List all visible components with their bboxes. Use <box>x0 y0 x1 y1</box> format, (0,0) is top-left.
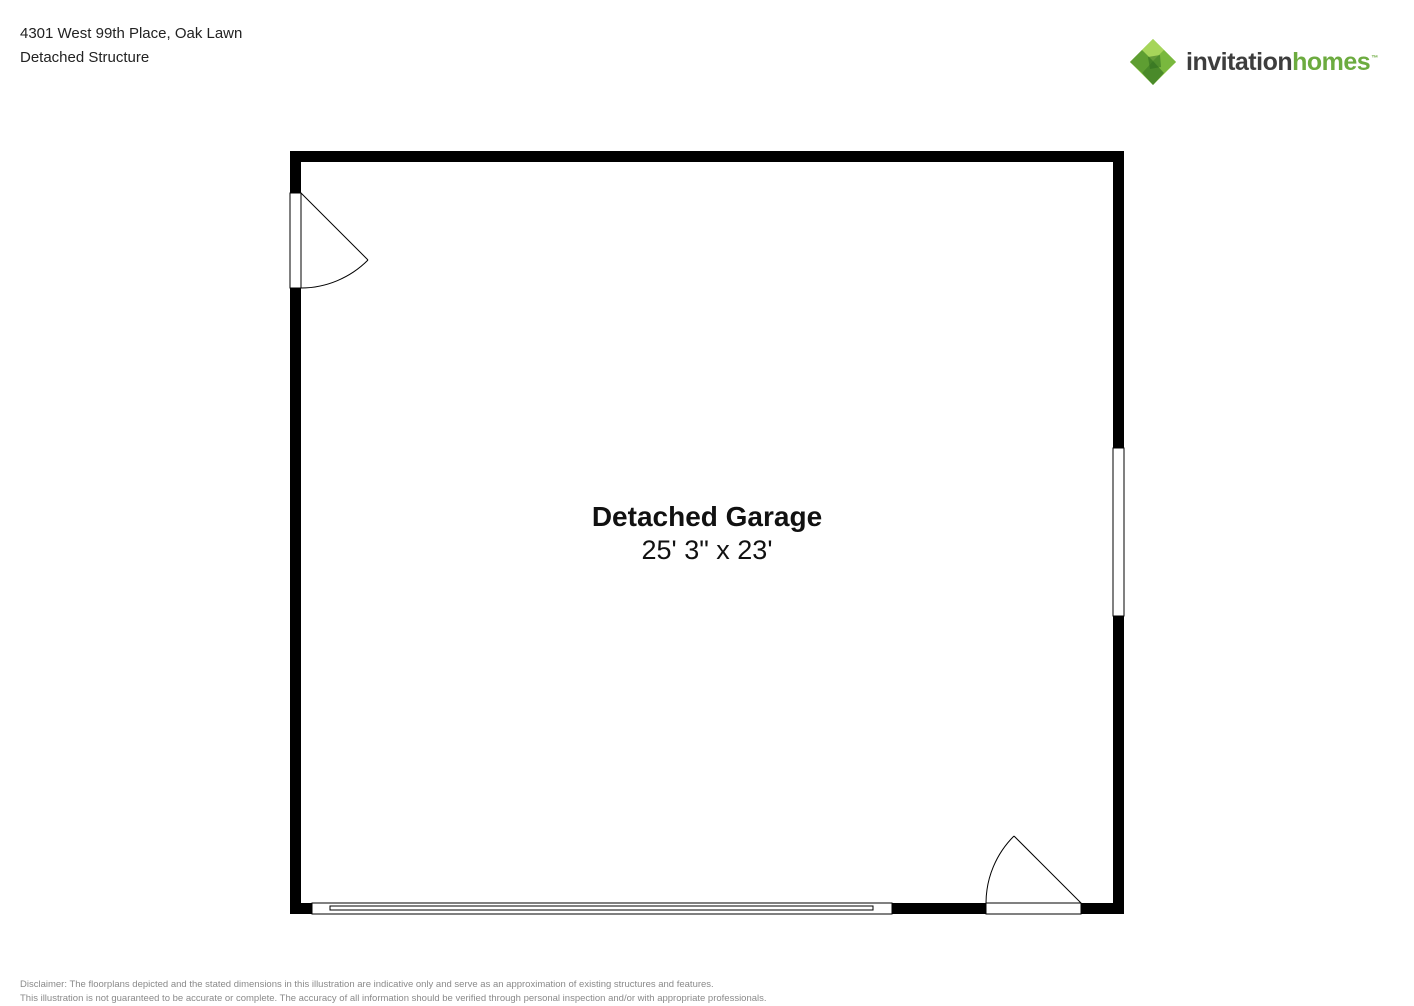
disclaimer: Disclaimer: The floorplans depicted and … <box>20 978 767 1006</box>
disclaimer-line-1: Disclaimer: The floorplans depicted and … <box>20 979 714 990</box>
right-window <box>1112 447 1125 617</box>
garage-door-panel <box>329 905 874 911</box>
left-door-frame <box>289 192 302 289</box>
left-door-swing <box>300 259 369 289</box>
disclaimer-line-2: This illustration is not guaranteed to b… <box>20 993 767 1004</box>
bottom-door-swing <box>985 835 1015 904</box>
top-wall <box>290 151 1124 162</box>
room-name: Detached Garage <box>591 501 823 532</box>
bottom-door-leaf <box>1013 835 1082 904</box>
left-door-leaf <box>300 192 369 261</box>
room-label: Detached Garage 25' 3" x 23' <box>507 500 907 566</box>
bottom-door-frame <box>985 902 1082 915</box>
room-dimensions: 25' 3" x 23' <box>641 535 773 565</box>
